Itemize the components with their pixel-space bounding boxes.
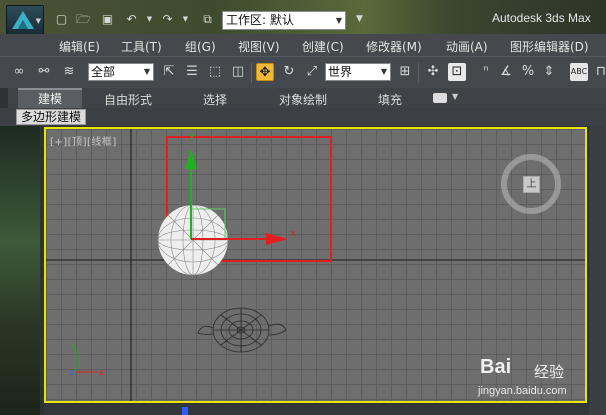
tripod-x-label: x	[99, 368, 104, 377]
pivot-center-icon[interactable]: ⊞	[396, 63, 414, 81]
customize-arrow-icon[interactable]: ▼	[352, 12, 367, 26]
workspace-label: 工作区: 默认	[226, 13, 294, 27]
title-bar: ▼ ▢ 🗁 ▣ ↶ ▼ ↷ ▼ ⧉ 工作区: 默认 ▼ ▼ Autodesk 3…	[0, 0, 606, 35]
window-crossing-icon[interactable]: ◫	[229, 63, 247, 81]
chevron-down-icon: ▼	[380, 67, 387, 76]
select-and-rotate-icon[interactable]: ↻	[280, 63, 298, 81]
tab-populate[interactable]: 填充	[378, 91, 402, 108]
select-object-icon[interactable]: ⇱	[160, 63, 178, 81]
time-slider-handle[interactable]	[182, 407, 188, 415]
tripod-y-label: y	[72, 341, 77, 350]
reference-coordinate-value: 世界	[328, 65, 353, 79]
select-by-name-icon[interactable]: ☰	[183, 63, 201, 81]
ribbon-subpanel: 多边形建模	[0, 108, 606, 126]
snaps-toggle-icon[interactable]: ⁿ	[477, 63, 495, 81]
time-slider-track[interactable]	[44, 404, 589, 415]
menu-edit[interactable]: 编辑(E)	[59, 38, 100, 55]
main-toolbar: ∞ ⚯ ≋ 全部 ▼ ⇱ ☰ ⬚ ◫ ✥ ↻ ⤢ 世界 ▼ ⊞ ✣ ⊡ ⁿ ∡ …	[0, 56, 606, 88]
workspace-dropdown[interactable]: 工作区: 默认 ▼	[222, 11, 346, 30]
ribbon-tabs: 建模 自由形式 选择 对象绘制 填充 ▼	[0, 88, 606, 108]
save-icon[interactable]: ▣	[100, 12, 115, 26]
unlink-icon[interactable]: ⚯	[35, 63, 53, 81]
app-menu-button[interactable]: ▼	[6, 5, 44, 35]
tripod-z-label: z	[70, 368, 74, 377]
menu-create[interactable]: 创建(C)	[302, 38, 344, 55]
axis-tripod: y x z	[70, 341, 104, 377]
ribbon-edge	[0, 88, 8, 108]
undo-dropdown-icon[interactable]: ▼	[142, 12, 157, 26]
watermark-url: jingyan.baidu.com	[478, 385, 567, 397]
selection-filter-value: 全部	[91, 65, 116, 79]
select-manipulate-icon[interactable]: ✣	[424, 63, 442, 81]
gizmo-x-label: x	[290, 229, 296, 239]
watermark-brand-cn: 经验	[534, 363, 565, 381]
angle-snap-icon[interactable]: ∡	[497, 63, 515, 81]
tab-freeform[interactable]: 自由形式	[104, 91, 152, 108]
tab-object-paint[interactable]: 对象绘制	[279, 91, 327, 108]
gizmo-y-arrow[interactable]	[185, 149, 197, 169]
tab-selection[interactable]: 选择	[203, 91, 227, 108]
redo-icon[interactable]: ↷	[160, 12, 175, 26]
viewcube-top-face[interactable]: 上	[523, 176, 540, 193]
right-panel-edge	[589, 126, 606, 415]
percent-snap-icon[interactable]: %	[519, 63, 537, 81]
chevron-down-icon: ▼	[143, 67, 150, 76]
mirror-icon[interactable]: ⊓	[592, 63, 606, 81]
select-and-scale-icon[interactable]: ⤢	[303, 63, 321, 81]
spinner-snap-icon[interactable]: ⇕	[540, 63, 558, 81]
polygon-modeling-panel[interactable]: 多边形建模	[16, 109, 86, 125]
menu-animation[interactable]: 动画(A)	[446, 38, 488, 55]
project-folder-icon[interactable]: ⧉	[200, 12, 215, 26]
chevron-down-icon: ▼	[335, 16, 342, 25]
new-file-icon[interactable]: ▢	[54, 12, 69, 26]
keyboard-shortcut-override-icon[interactable]: ⊡	[448, 63, 466, 81]
redo-dropdown-icon[interactable]: ▼	[178, 12, 193, 26]
select-and-move-icon[interactable]: ✥	[256, 63, 274, 81]
chevron-down-icon: ▼	[35, 17, 41, 25]
menu-bar: 编辑(E) 工具(T) 组(G) 视图(V) 创建(C) 修改器(M) 动画(A…	[0, 34, 606, 56]
viewcube[interactable]: 上	[501, 154, 561, 214]
gizmo-x-arrow[interactable]	[266, 233, 288, 245]
menu-modifiers[interactable]: 修改器(M)	[366, 38, 422, 55]
toolbar-separator	[251, 63, 252, 83]
left-background-strip	[0, 126, 40, 415]
named-selection-button[interactable]: ABC	[570, 63, 588, 81]
select-link-icon[interactable]: ∞	[10, 63, 28, 81]
tab-modeling[interactable]: 建模	[18, 88, 82, 108]
selection-filter-dropdown[interactable]: 全部 ▼	[88, 63, 154, 81]
gizmo-y-label: y	[189, 131, 195, 141]
undo-icon[interactable]: ↶	[124, 12, 139, 26]
ribbon-options-icon[interactable]	[433, 93, 447, 103]
chevron-down-icon[interactable]: ▼	[452, 92, 458, 101]
app-title: Autodesk 3ds Max	[492, 11, 591, 25]
menu-views[interactable]: 视图(V)	[238, 38, 280, 55]
reference-coordinate-dropdown[interactable]: 世界 ▼	[325, 63, 391, 81]
open-file-icon[interactable]: 🗁	[76, 12, 91, 26]
teapot-object[interactable]	[197, 307, 287, 353]
bind-space-warp-icon[interactable]: ≋	[60, 63, 78, 81]
menu-group[interactable]: 组(G)	[185, 38, 216, 55]
3dsmax-logo-icon	[12, 11, 34, 29]
menu-tools[interactable]: 工具(T)	[121, 38, 162, 55]
menu-graph-editors[interactable]: 图形编辑器(D)	[510, 38, 589, 55]
toolbar-separator	[418, 63, 419, 83]
watermark-brand: Bai	[480, 356, 512, 378]
rectangular-selection-icon[interactable]: ⬚	[206, 63, 224, 81]
